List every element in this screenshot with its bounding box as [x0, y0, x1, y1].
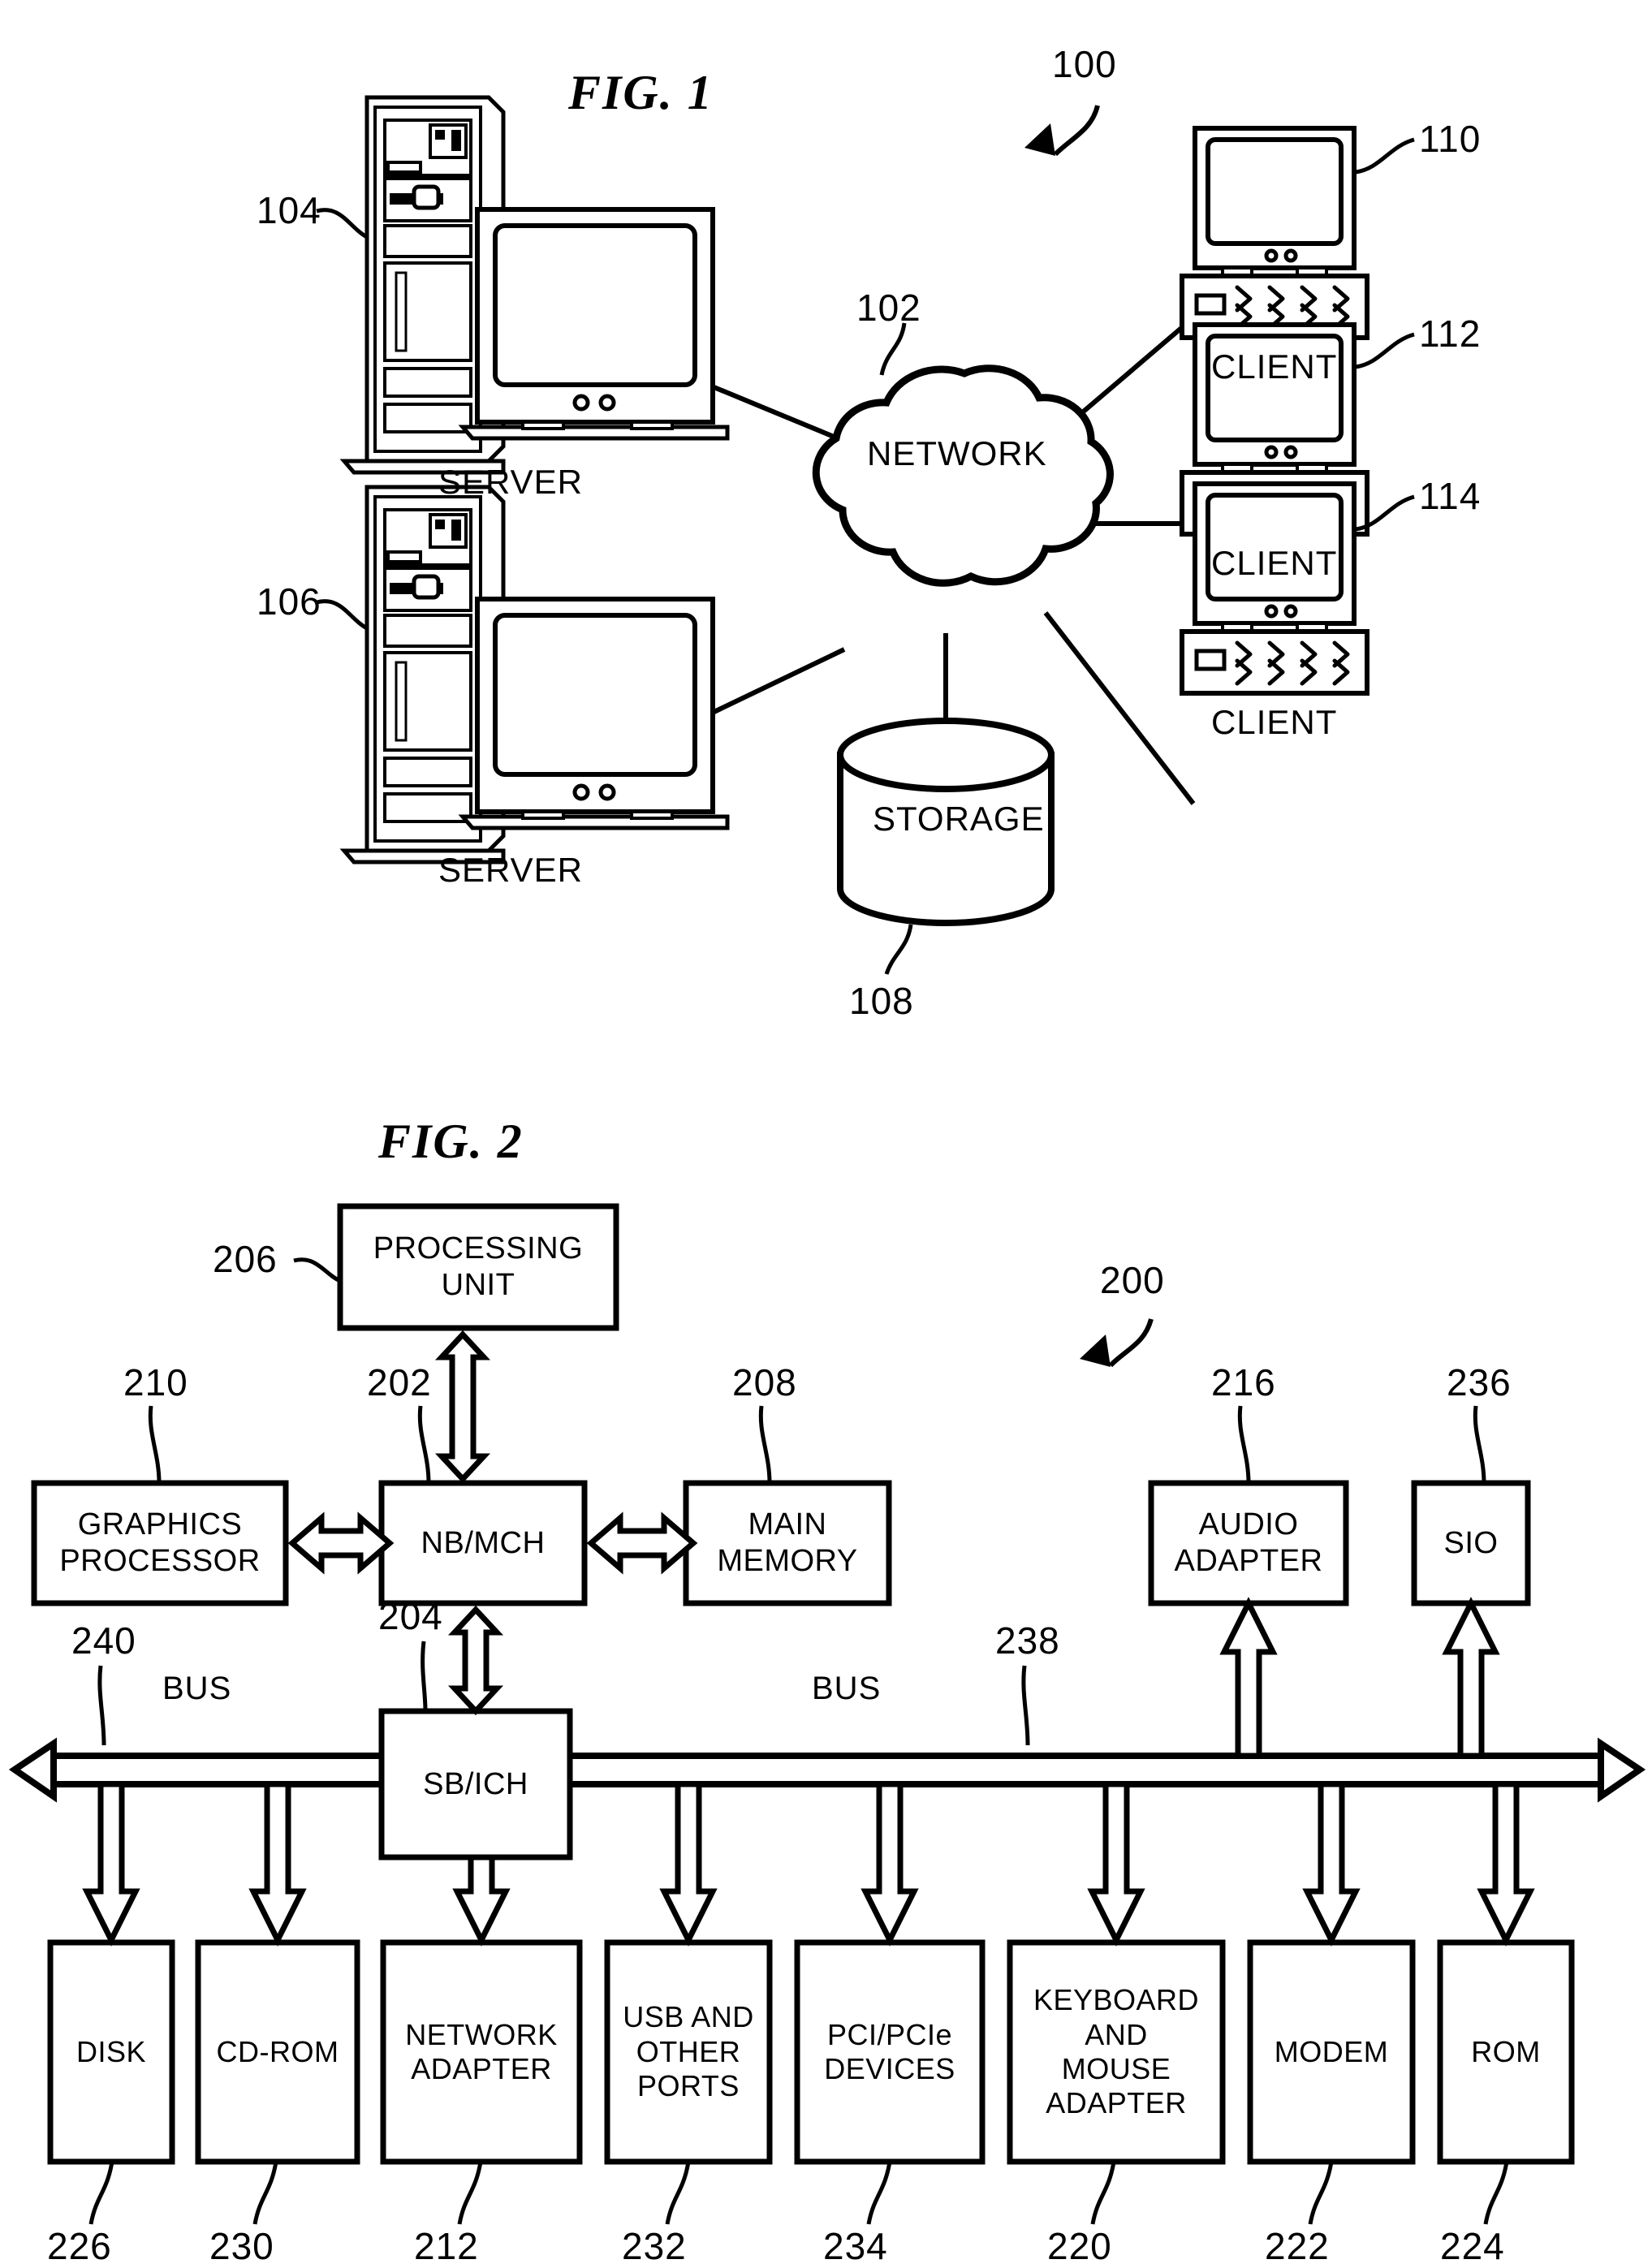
figure-1-title: FIG. 1 — [568, 66, 714, 119]
box-rom — [1437, 1939, 1575, 2165]
drawing-canvas — [8, 0, 1646, 2225]
ref-arrow-200 — [1108, 1318, 1154, 1368]
ref-label-216: 216 — [1211, 1361, 1276, 1403]
ref-label-220: 220 — [1047, 2225, 1112, 2267]
client-1-caption: CLIENT — [1211, 347, 1338, 386]
server-top-caption: SERVER — [438, 463, 583, 501]
network-cloud — [812, 364, 1114, 587]
ref-label-232: 232 — [622, 2225, 687, 2267]
ref-label-234: 234 — [823, 2225, 888, 2267]
ref-label-100: 100 — [1052, 43, 1117, 85]
ref-label-102: 102 — [856, 287, 921, 329]
box-nb-mch — [378, 1480, 588, 1606]
box-keyboard-mouse — [1007, 1939, 1226, 2165]
client-pc-114 — [1182, 484, 1367, 693]
server-bottom-caption: SERVER — [438, 851, 583, 889]
ref-label-240: 240 — [71, 1619, 136, 1662]
network-label: NETWORK — [867, 434, 1047, 472]
ref-arrow-100 — [1053, 105, 1100, 157]
ref-label-236: 236 — [1447, 1361, 1512, 1403]
ref-label-224: 224 — [1440, 2225, 1505, 2267]
ref-label-202: 202 — [367, 1361, 432, 1403]
box-disk — [47, 1939, 175, 2165]
box-cdrom — [195, 1939, 360, 2165]
ref-label-106: 106 — [257, 580, 321, 623]
ref-label-110: 110 — [1419, 118, 1482, 160]
fig2-boxes — [31, 1203, 1575, 2165]
bus-up-arrows — [1219, 1597, 1500, 1759]
figure-2-title: FIG. 2 — [378, 1115, 524, 1168]
box-sio — [1411, 1480, 1531, 1606]
ref-label-112: 112 — [1419, 313, 1482, 355]
ref-label-200: 200 — [1100, 1259, 1165, 1301]
client-3-caption: CLIENT — [1211, 703, 1338, 741]
ref-label-104: 104 — [257, 189, 321, 231]
ref-label-108: 108 — [849, 980, 914, 1022]
ref-label-114: 114 — [1419, 475, 1482, 517]
client-pc-110 — [1182, 128, 1367, 338]
box-audio-adapter — [1148, 1480, 1349, 1606]
client-2-caption: CLIENT — [1211, 544, 1338, 582]
ref-label-212: 212 — [414, 2225, 479, 2267]
patent-drawing-sheet: FIG. 1 100 102 NETWORK STORAGE 108 104 S… — [0, 0, 1652, 2267]
ref-label-210: 210 — [123, 1361, 188, 1403]
ref-label-206: 206 — [213, 1238, 278, 1280]
bus-rails — [49, 1753, 1606, 1787]
ref-label-230: 230 — [209, 2225, 274, 2267]
server-monitor-106 — [463, 599, 727, 828]
box-sb-ich — [378, 1708, 573, 1861]
box-modem — [1247, 1939, 1416, 2165]
box-pci-devices — [794, 1939, 986, 2165]
ref-label-208: 208 — [732, 1361, 797, 1403]
box-graphics-processor — [31, 1480, 289, 1606]
bus-down-arrows — [82, 1781, 1535, 1947]
ref-label-238: 238 — [995, 1619, 1060, 1662]
bus-label-left: BUS — [162, 1671, 232, 1706]
box-main-memory — [683, 1480, 892, 1606]
server-monitor-104 — [463, 209, 727, 438]
bus-label-right: BUS — [812, 1671, 882, 1706]
ref-label-204: 204 — [378, 1595, 443, 1637]
storage-label: STORAGE — [873, 800, 1045, 838]
bus-arrow-right — [1598, 1737, 1646, 1803]
box-network-adapter — [380, 1939, 583, 2165]
bus-arrow-left — [8, 1737, 57, 1803]
box-usb-ports — [604, 1939, 773, 2165]
box-processing-unit — [337, 1203, 619, 1331]
ref-label-222: 222 — [1265, 2225, 1330, 2267]
ref-label-226: 226 — [47, 2225, 112, 2267]
